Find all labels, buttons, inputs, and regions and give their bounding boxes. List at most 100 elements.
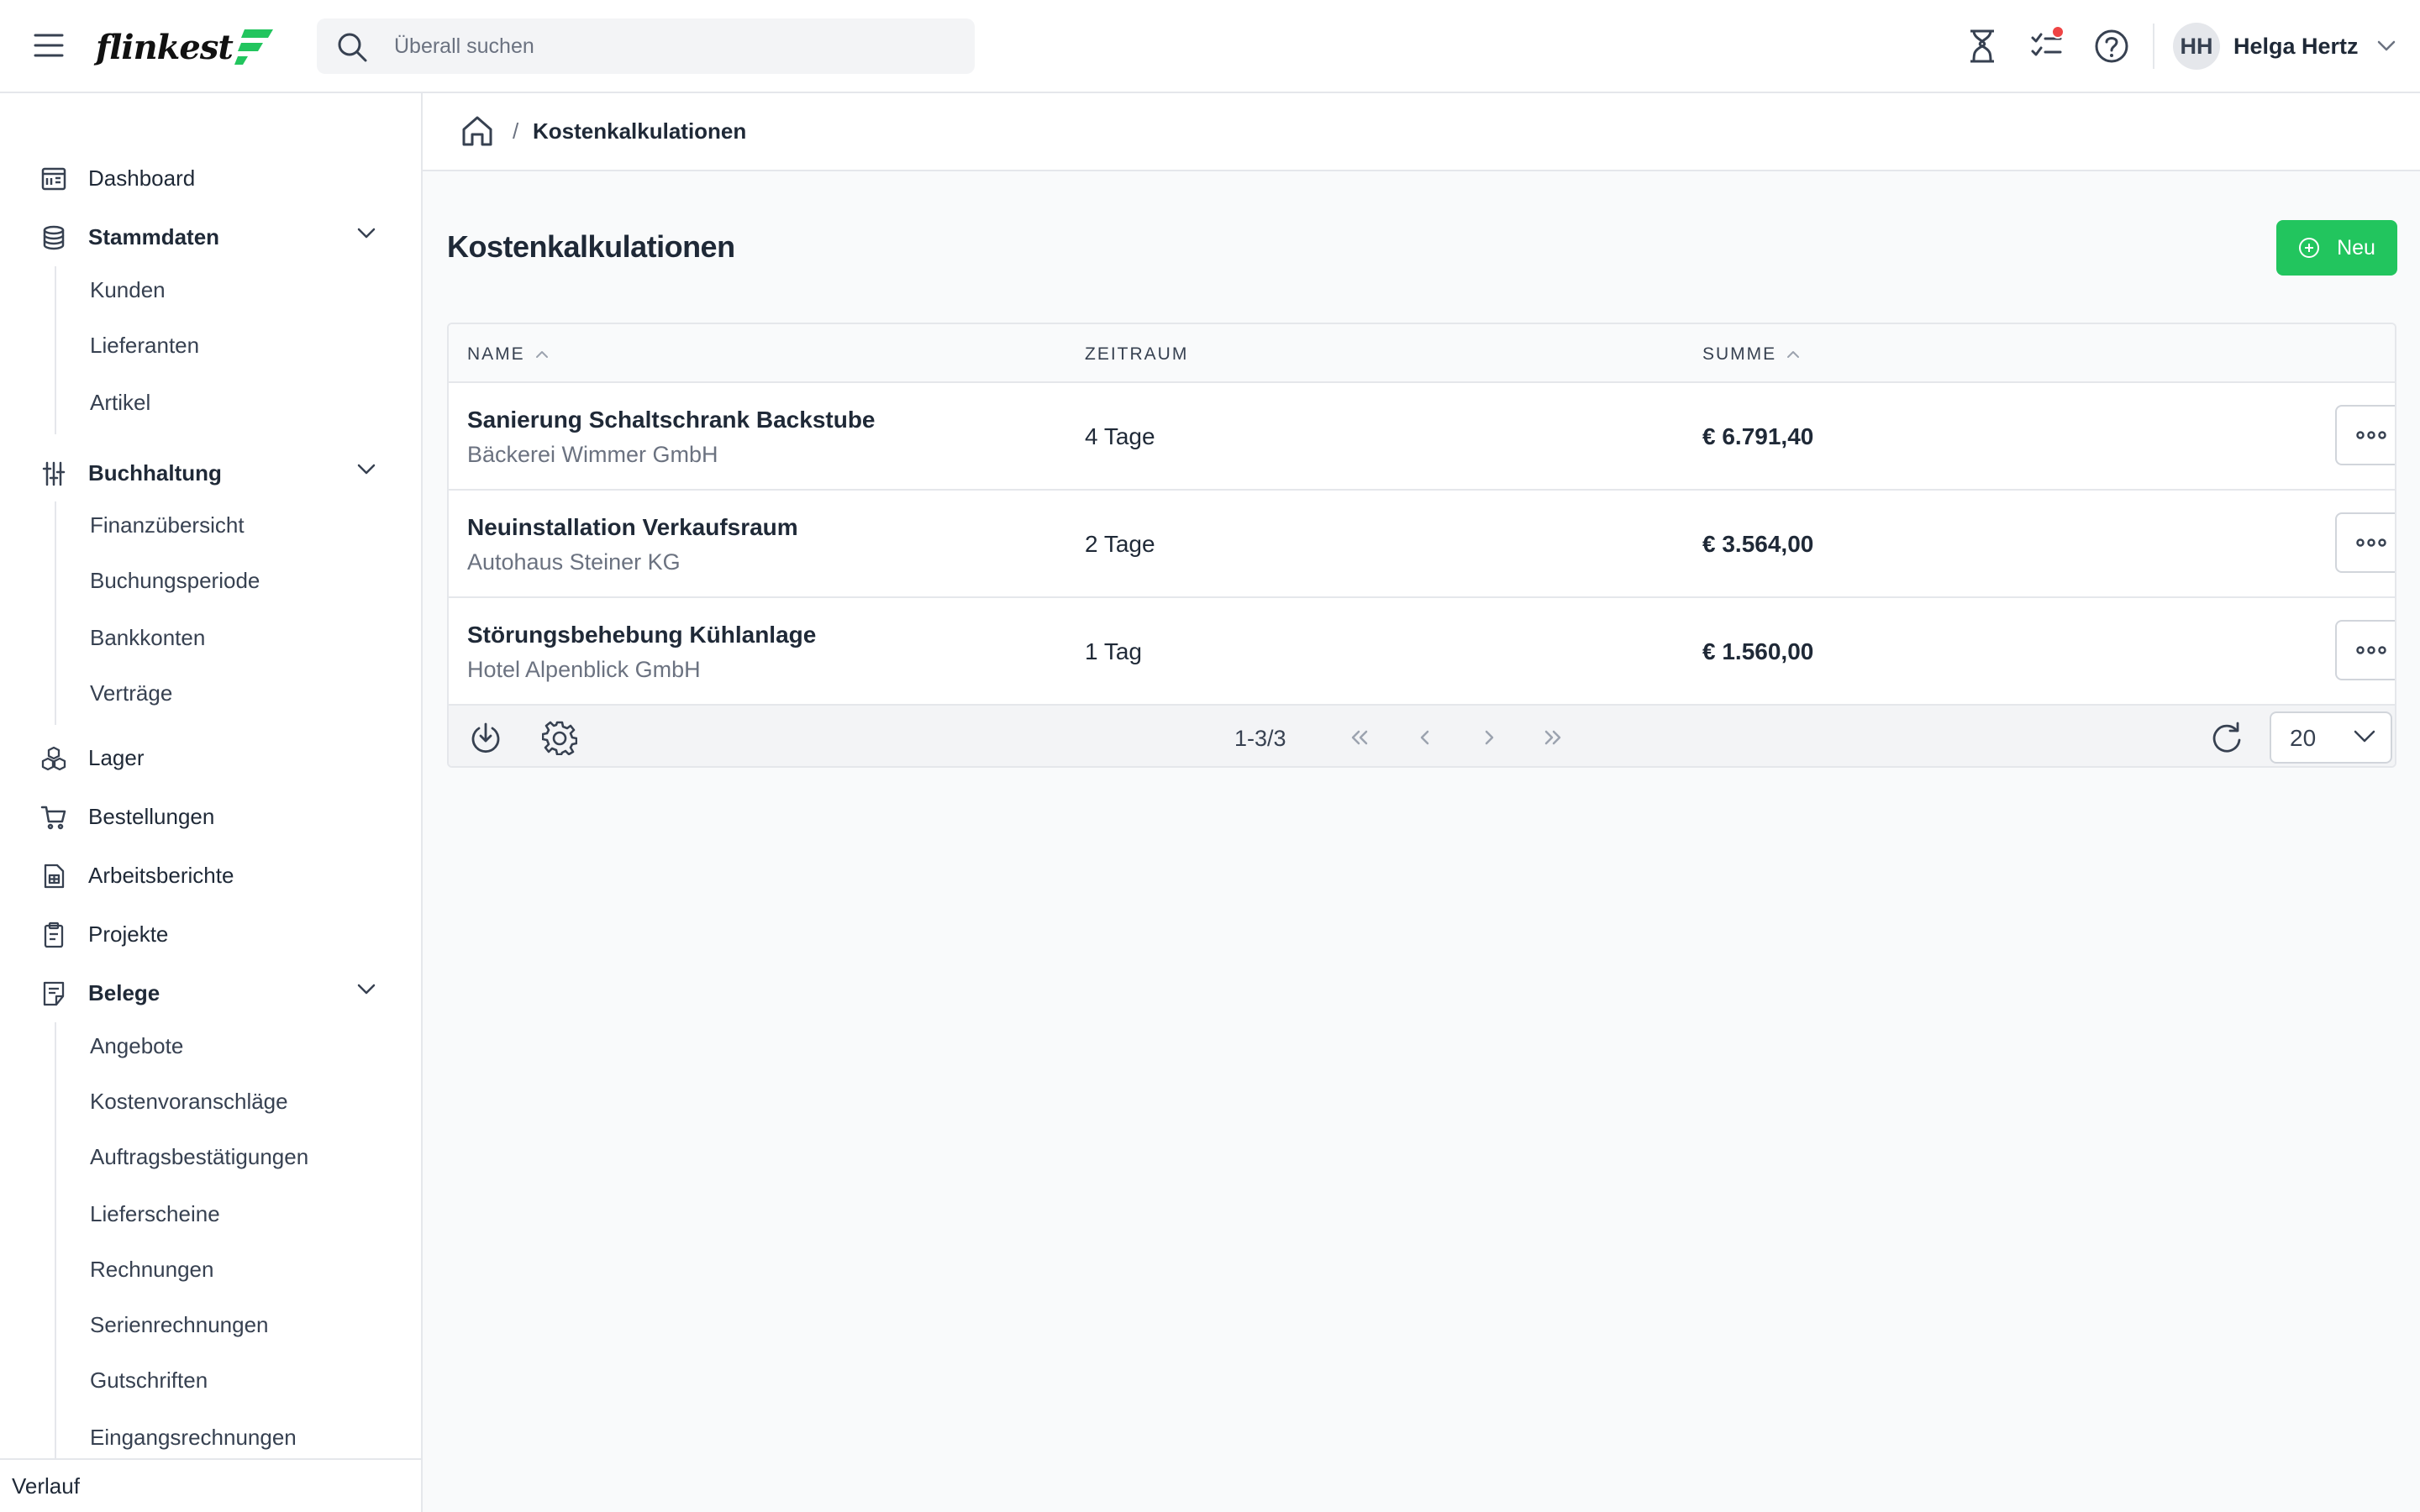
logo-text: flinkest bbox=[96, 27, 234, 67]
buchhaltung-submenu: Finanzübersicht Buchungsperiode Bankkont… bbox=[55, 501, 260, 725]
settings-icon[interactable] bbox=[541, 719, 578, 756]
prev-page-icon[interactable] bbox=[1408, 721, 1442, 754]
sort-asc-icon bbox=[1786, 350, 1800, 359]
table-footer: 1-3/3 20 bbox=[449, 706, 2395, 766]
download-icon[interactable] bbox=[467, 719, 504, 756]
chevron-down-icon bbox=[357, 984, 376, 995]
sidebar-item-label: Bestellungen bbox=[88, 803, 215, 829]
topbar-divider bbox=[2153, 24, 2154, 69]
sidebar-item-label: Buchhaltung bbox=[88, 459, 222, 486]
cart-icon bbox=[40, 804, 67, 831]
home-icon[interactable] bbox=[460, 113, 495, 149]
row-sum: € 1.560,00 bbox=[1702, 638, 1814, 664]
more-horizontal-icon bbox=[2355, 645, 2387, 655]
sidebar-item-label: Auftragsbestätigungen bbox=[90, 1143, 309, 1169]
sidebar-item-angebote[interactable]: Angebote bbox=[56, 1022, 392, 1069]
search-input[interactable] bbox=[394, 29, 949, 64]
app-logo[interactable]: flinkest bbox=[96, 22, 275, 72]
row-period: 2 Tage bbox=[1085, 531, 1155, 557]
row-actions-button[interactable] bbox=[2335, 512, 2395, 573]
row-customer: Autohaus Steiner KG bbox=[467, 549, 681, 575]
last-page-icon[interactable] bbox=[1536, 721, 1570, 754]
sidebar-item-lieferscheine[interactable]: Lieferscheine bbox=[56, 1190, 392, 1237]
sidebar-item-buchungsperiode[interactable]: Buchungsperiode bbox=[56, 557, 392, 604]
sidebar-item-eingangsrechnungen[interactable]: Eingangsrechnungen bbox=[56, 1414, 392, 1461]
sidebar-item-label: Serienrechnungen bbox=[90, 1311, 269, 1337]
sidebar-item-label: Kostenvoranschläge bbox=[90, 1088, 288, 1114]
page-title: Kostenkalkulationen bbox=[447, 229, 735, 264]
table-row[interactable]: Neuinstallation Verkaufsraum Autohaus St… bbox=[449, 491, 2395, 598]
sidebar-item-label: Bankkonten bbox=[90, 624, 206, 650]
column-header-name[interactable]: NAME bbox=[467, 344, 549, 365]
avatar: HH bbox=[2173, 23, 2220, 70]
cost-calculations-table: NAME ZEITRAUM SUMME Sanierung Schaltschr… bbox=[447, 323, 2396, 768]
sidebar-item-label: Finanzübersicht bbox=[90, 512, 245, 538]
row-customer: Hotel Alpenblick GmbH bbox=[467, 657, 701, 682]
column-header-period[interactable]: ZEITRAUM bbox=[1085, 344, 1188, 365]
row-sum: € 3.564,00 bbox=[1702, 531, 1814, 557]
row-name: Neuinstallation Verkaufsraum bbox=[467, 514, 798, 540]
tasks-icon[interactable] bbox=[2026, 25, 2068, 67]
sidebar-item-serienrechnungen[interactable]: Serienrechnungen bbox=[56, 1301, 392, 1348]
help-icon[interactable] bbox=[2091, 25, 2133, 67]
row-actions-button[interactable] bbox=[2335, 405, 2395, 465]
sidebar-item-label: Buchungsperiode bbox=[90, 567, 260, 593]
breadcrumb: / Kostenkalkulationen bbox=[423, 93, 2420, 171]
sidebar-item-vertraege[interactable]: Verträge bbox=[56, 669, 392, 717]
table-row[interactable]: Sanierung Schaltschrank Backstube Bäcker… bbox=[449, 383, 2395, 491]
search-icon bbox=[335, 30, 369, 64]
row-name: Sanierung Schaltschrank Backstube bbox=[467, 407, 876, 433]
sidebar-group-stammdaten[interactable]: Stammdaten bbox=[0, 213, 421, 260]
user-name: Helga Hertz bbox=[2233, 33, 2359, 59]
table-row[interactable]: Störungsbehebung Kühlanlage Hotel Alpenb… bbox=[449, 598, 2395, 706]
row-actions-button[interactable] bbox=[2335, 620, 2395, 680]
sidebar-item-rechnungen[interactable]: Rechnungen bbox=[56, 1246, 392, 1293]
column-header-label: ZEITRAUM bbox=[1085, 344, 1189, 364]
sidebar-item-lager[interactable]: Lager bbox=[0, 734, 421, 781]
sidebar-item-label: Rechnungen bbox=[90, 1256, 214, 1282]
sidebar-item-dashboard[interactable]: Dashboard bbox=[0, 155, 421, 202]
page-size-select[interactable]: 20 bbox=[2270, 711, 2392, 764]
sidebar-item-arbeitsberichte[interactable]: Arbeitsberichte bbox=[0, 852, 421, 899]
sidebar-item-artikel[interactable]: Artikel bbox=[56, 379, 392, 426]
new-button[interactable]: Neu bbox=[2276, 220, 2397, 276]
hourglass-icon[interactable] bbox=[1961, 25, 2003, 67]
sidebar-item-bankkonten[interactable]: Bankkonten bbox=[56, 614, 392, 661]
sidebar-item-label: Arbeitsberichte bbox=[88, 862, 234, 888]
sidebar-item-label: Dashboard bbox=[88, 165, 196, 191]
breadcrumb-current: Kostenkalkulationen bbox=[533, 118, 747, 144]
sidebar-item-label: Lieferanten bbox=[90, 332, 200, 358]
chevron-down-icon bbox=[2354, 730, 2375, 743]
sidebar-item-label: Belege bbox=[88, 979, 160, 1005]
sidebar-item-label: Gutschriften bbox=[90, 1367, 208, 1393]
row-period: 1 Tag bbox=[1085, 638, 1142, 664]
sidebar-item-gutschriften[interactable]: Gutschriften bbox=[56, 1357, 392, 1404]
notification-dot bbox=[2051, 25, 2065, 39]
refresh-icon[interactable] bbox=[2208, 719, 2245, 756]
sidebar-item-projekte[interactable]: Projekte bbox=[0, 911, 421, 958]
menu-icon[interactable] bbox=[32, 30, 66, 60]
sidebar-footer-history[interactable]: Verlauf bbox=[0, 1458, 421, 1512]
user-menu[interactable]: HH Helga Hertz bbox=[2173, 22, 2396, 71]
column-header-sum[interactable]: SUMME bbox=[1702, 344, 1800, 365]
receipt-icon bbox=[40, 980, 67, 1007]
more-horizontal-icon bbox=[2355, 430, 2387, 440]
database-icon bbox=[40, 224, 67, 251]
top-bar: flinkest HH Helga Hertz bbox=[0, 0, 2420, 93]
pagination-range: 1-3/3 bbox=[1234, 726, 1286, 751]
history-label: Verlauf bbox=[12, 1473, 80, 1499]
sidebar-item-kostenvoranschlaege[interactable]: Kostenvoranschläge bbox=[56, 1078, 392, 1125]
sidebar-item-auftragsbestaetigungen[interactable]: Auftragsbestätigungen bbox=[56, 1133, 392, 1180]
sidebar-item-kunden[interactable]: Kunden bbox=[56, 266, 392, 313]
belege-submenu: Angebote Kostenvoranschläge Auftragsbest… bbox=[55, 1022, 308, 1512]
next-page-icon[interactable] bbox=[1472, 721, 1506, 754]
sidebar-group-belege[interactable]: Belege bbox=[0, 969, 421, 1016]
first-page-icon[interactable] bbox=[1343, 721, 1376, 754]
sidebar-item-lieferanten[interactable]: Lieferanten bbox=[56, 322, 392, 369]
sidebar-item-label: Projekte bbox=[88, 921, 169, 947]
search-box[interactable] bbox=[317, 18, 975, 74]
sidebar-group-buchhaltung[interactable]: Buchhaltung bbox=[0, 449, 421, 496]
sidebar-item-finanzuebersicht[interactable]: Finanzübersicht bbox=[56, 501, 392, 549]
sidebar-item-bestellungen[interactable]: Bestellungen bbox=[0, 793, 421, 840]
row-name: Störungsbehebung Kühlanlage bbox=[467, 622, 817, 648]
